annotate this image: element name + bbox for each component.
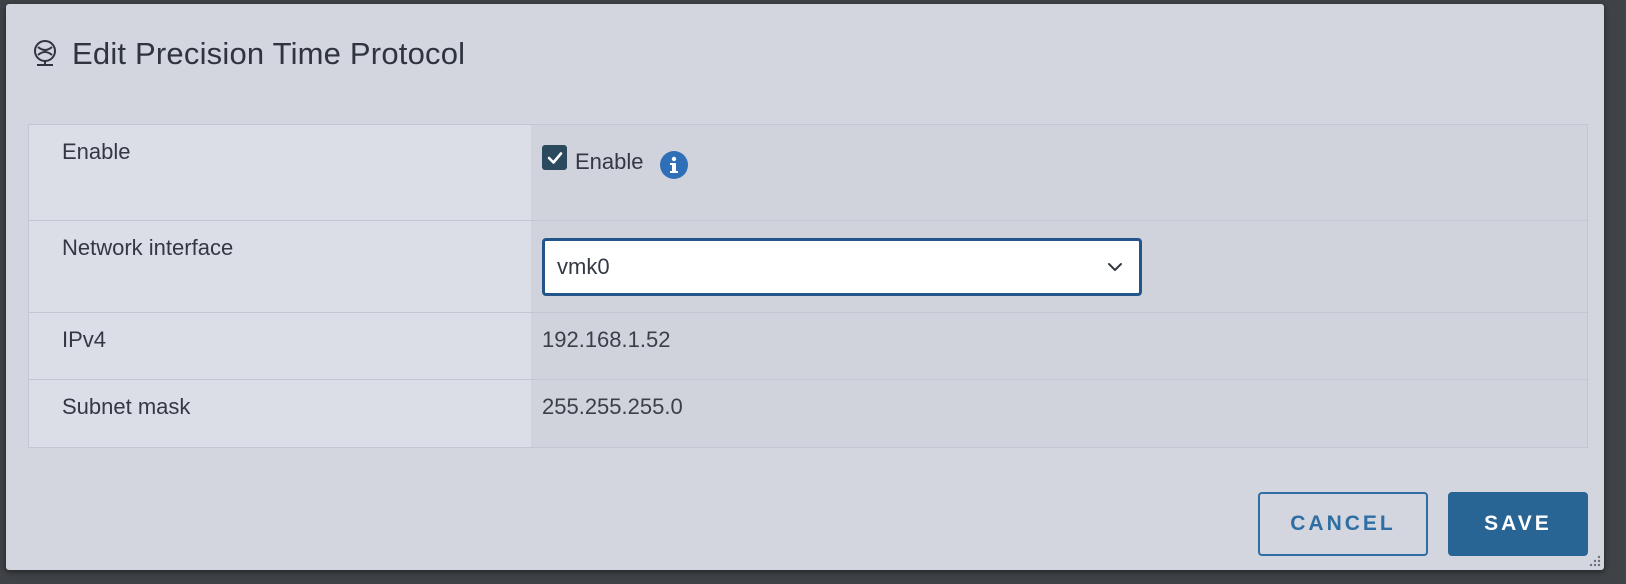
- resize-handle-icon[interactable]: [1588, 554, 1602, 568]
- dialog-footer: CANCEL SAVE: [1258, 492, 1588, 556]
- cancel-button[interactable]: CANCEL: [1258, 492, 1428, 556]
- form-row-enable: Enable Enable: [29, 125, 1587, 221]
- enable-row-label: Enable: [29, 125, 531, 220]
- edit-ptp-dialog: Edit Precision Time Protocol Enable Enab…: [6, 4, 1604, 570]
- ipv4-label: IPv4: [29, 313, 531, 379]
- subnet-mask-label: Subnet mask: [29, 380, 531, 447]
- enable-checkbox-label[interactable]: Enable: [575, 149, 644, 175]
- dialog-title: Edit Precision Time Protocol: [72, 36, 466, 71]
- network-interface-selected-value: vmk0: [557, 253, 610, 279]
- ptp-clock-icon: [30, 39, 60, 69]
- checkmark-icon: [547, 151, 562, 164]
- ipv4-value: 192.168.1.52: [531, 313, 1587, 379]
- save-button[interactable]: SAVE: [1448, 492, 1588, 556]
- network-interface-value: vmk0: [531, 221, 1587, 312]
- ptp-form: Enable Enable Network interface vmk0 IPv…: [28, 124, 1588, 448]
- form-row-ipv4: IPv4 192.168.1.52: [29, 313, 1587, 380]
- form-row-subnet-mask: Subnet mask 255.255.255.0: [29, 380, 1587, 447]
- subnet-mask-value: 255.255.255.0: [531, 380, 1587, 447]
- enable-row-value: Enable: [531, 125, 1587, 220]
- enable-checkbox[interactable]: [542, 145, 567, 170]
- network-interface-label: Network interface: [29, 221, 531, 312]
- form-row-network-interface: Network interface vmk0: [29, 221, 1587, 313]
- info-icon[interactable]: [659, 151, 688, 179]
- network-interface-select[interactable]: vmk0: [542, 237, 1142, 296]
- dialog-header: Edit Precision Time Protocol: [30, 32, 465, 76]
- chevron-down-icon: [1108, 262, 1122, 271]
